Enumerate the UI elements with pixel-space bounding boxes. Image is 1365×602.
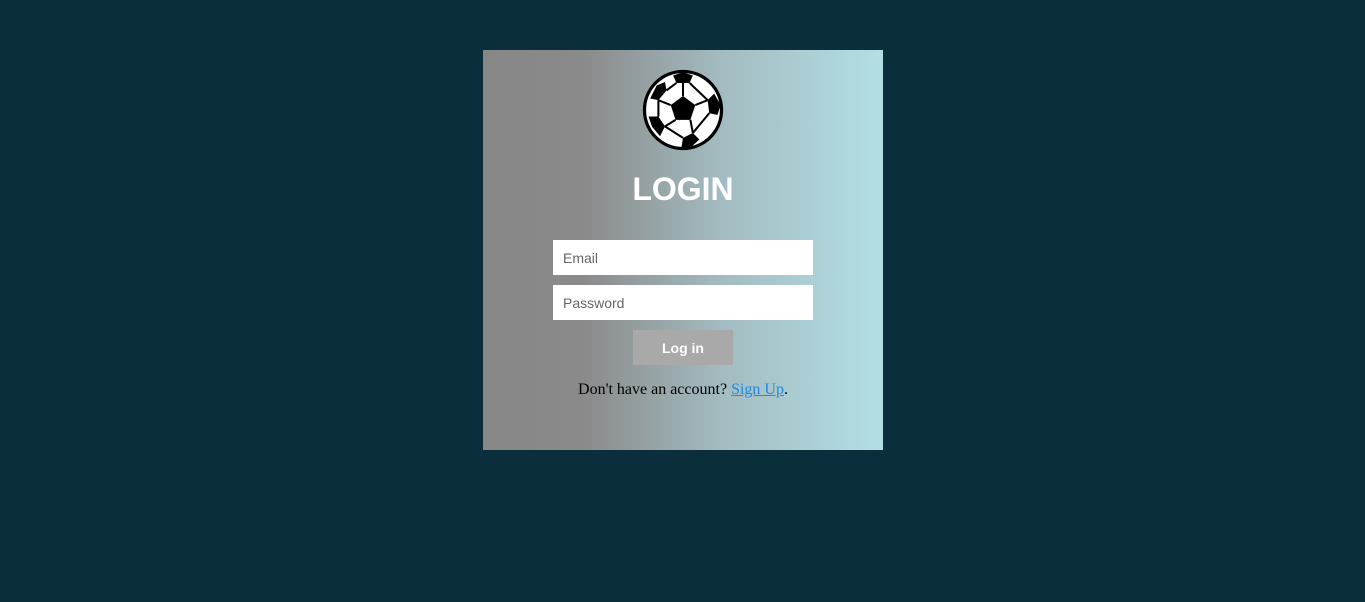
email-field[interactable] xyxy=(553,240,813,275)
signup-prompt-text: Don't have an account? xyxy=(578,381,732,398)
page-title: LOGIN xyxy=(632,171,734,207)
soccer-ball-icon xyxy=(642,69,724,151)
signup-prompt: Don't have an account? Sign Up. xyxy=(483,380,883,400)
login-button[interactable]: Log in xyxy=(633,330,733,365)
login-card: LOGIN Log in Don't have an account? Sign… xyxy=(483,50,883,450)
signup-link[interactable]: Sign Up xyxy=(731,381,784,398)
signup-suffix: . xyxy=(783,381,788,398)
password-field[interactable] xyxy=(553,285,813,320)
